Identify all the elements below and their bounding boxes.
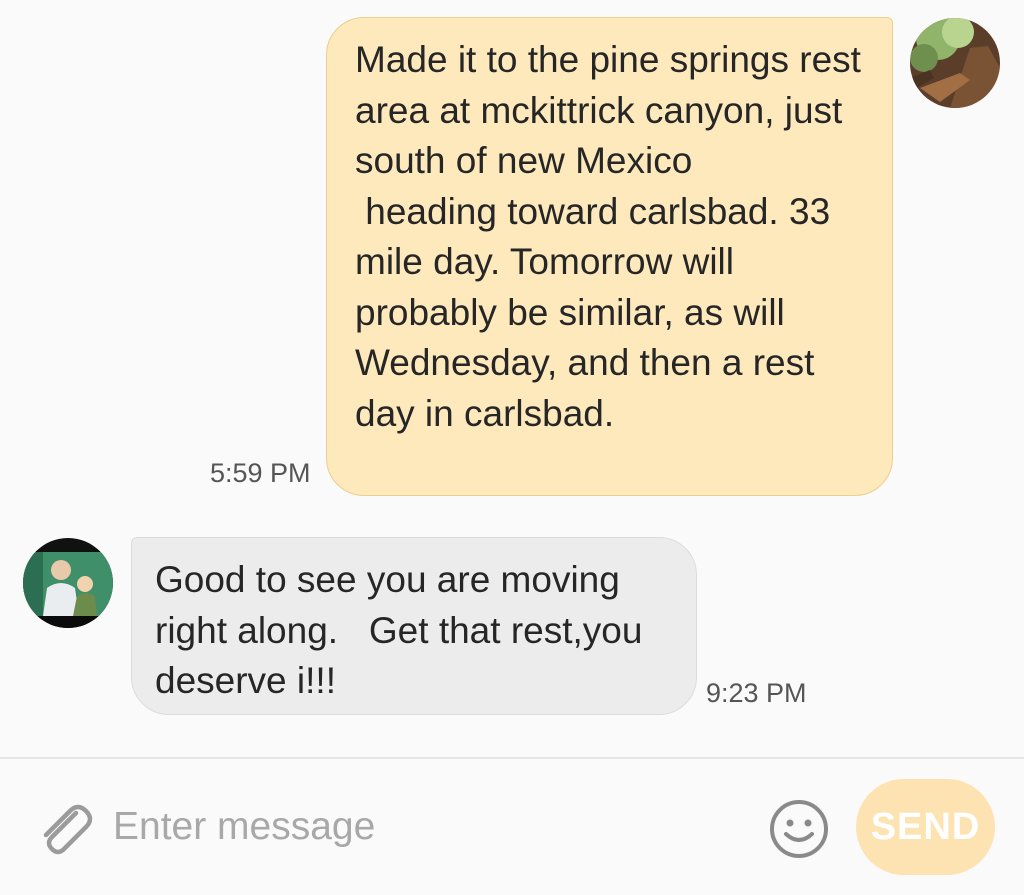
send-button[interactable]: SEND — [856, 779, 995, 875]
tree-photo-icon — [910, 18, 1000, 108]
attach-button[interactable] — [32, 795, 96, 859]
contact-avatar[interactable] — [23, 538, 113, 628]
paperclip-icon — [43, 804, 93, 855]
emoji-button[interactable] — [766, 796, 832, 862]
conversation-view: Made it to the pine springs rest area at… — [0, 0, 1024, 757]
received-message-bubble[interactable]: Good to see you are moving right along. … — [131, 537, 697, 715]
sender-avatar[interactable] — [910, 18, 1000, 108]
people-photo-icon — [23, 538, 113, 628]
message-composer: SEND — [0, 759, 1024, 895]
received-message-time: 9:23 PM — [706, 678, 807, 708]
message-input[interactable] — [113, 799, 733, 855]
smiley-icon — [770, 800, 828, 858]
sent-message-bubble[interactable]: Made it to the pine springs rest area at… — [326, 17, 893, 496]
sent-message-time: 5:59 PM — [210, 458, 311, 488]
